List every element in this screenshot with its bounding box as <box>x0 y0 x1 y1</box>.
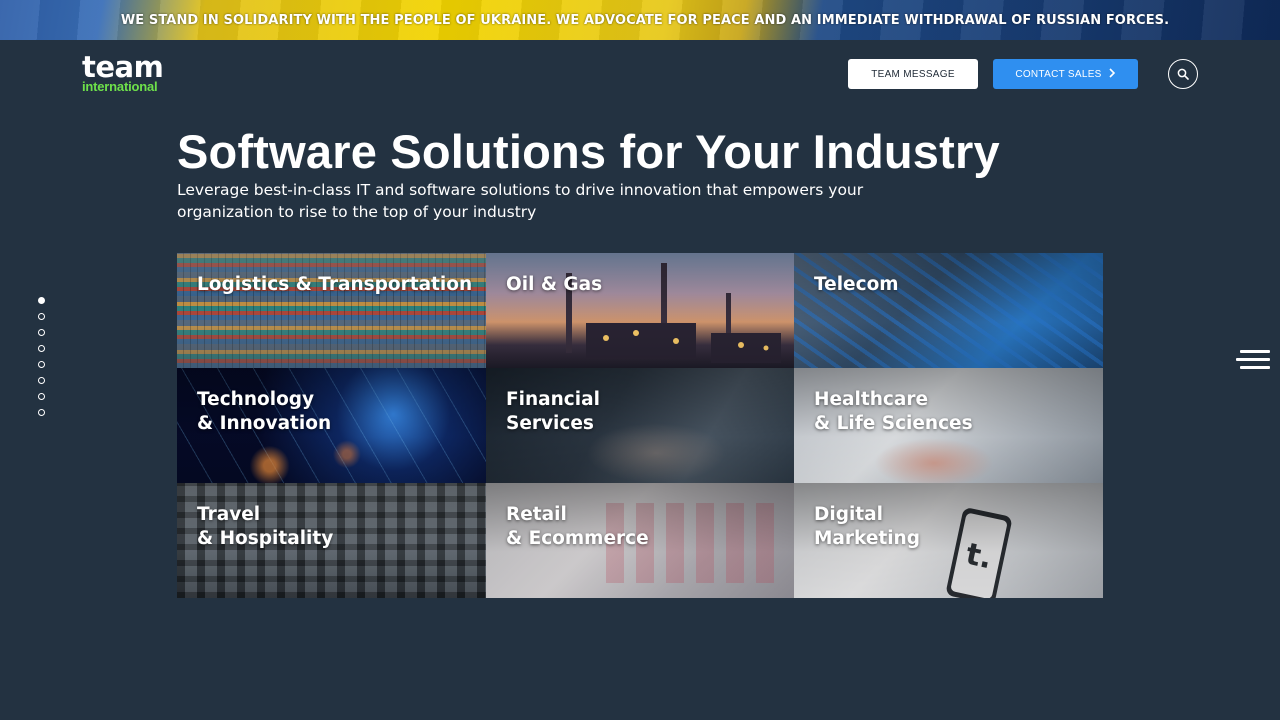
industry-tile-label: Technology & Innovation <box>197 389 332 434</box>
page-title: Software Solutions for Your Industry <box>177 125 1000 178</box>
search-button[interactable] <box>1168 59 1198 89</box>
logo-wordmark: team <box>82 50 164 84</box>
section-dot[interactable] <box>38 393 45 400</box>
page-subtitle: Leverage best-in-class IT and software s… <box>177 181 864 221</box>
section-dot[interactable] <box>38 409 45 416</box>
section-dot[interactable] <box>38 313 45 320</box>
contact-sales-label: CONTACT SALES <box>1015 68 1102 80</box>
team-message-button[interactable]: TEAM MESSAGE <box>848 59 978 89</box>
logo-subtitle: international <box>82 79 158 94</box>
industry-tile-oil-gas[interactable]: Oil & Gas <box>486 253 794 368</box>
industry-tile-technology[interactable]: Technology & Innovation <box>177 368 486 483</box>
section-dot[interactable] <box>38 377 45 384</box>
banner-text: WE STAND IN SOLIDARITY WITH THE PEOPLE O… <box>120 12 1170 28</box>
logo[interactable]: team international <box>82 50 164 94</box>
contact-sales-button[interactable]: CONTACT SALES <box>993 59 1138 89</box>
section-dot[interactable] <box>38 297 45 304</box>
team-message-label: TEAM MESSAGE <box>871 68 955 80</box>
industry-tile-label: Healthcare & Life Sciences <box>814 389 973 434</box>
search-icon <box>1177 65 1189 84</box>
industry-tile-healthcare[interactable]: Healthcare & Life Sciences <box>794 368 1103 483</box>
industry-tile-label: Travel & Hospitality <box>197 504 334 549</box>
industry-tile-label: Oil & Gas <box>506 274 603 295</box>
section-dot[interactable] <box>38 329 45 336</box>
industry-grid: Logistics & Transportation Oil & Gas Tel… <box>177 253 1103 598</box>
industry-tile-telecom[interactable]: Telecom <box>794 253 1103 368</box>
industry-tile-retail[interactable]: Retail & Ecommerce <box>486 483 794 598</box>
industry-tile-financial[interactable]: Financial Services <box>486 368 794 483</box>
section-dots-nav <box>38 297 46 425</box>
industry-tile-travel[interactable]: Travel & Hospitality <box>177 483 486 598</box>
hamburger-menu-icon[interactable] <box>1236 348 1270 372</box>
industry-tile-label: Financial Services <box>506 389 600 434</box>
section-dot[interactable] <box>38 345 45 352</box>
solidarity-banner: WE STAND IN SOLIDARITY WITH THE PEOPLE O… <box>0 0 1280 40</box>
industry-tile-label: Retail & Ecommerce <box>506 504 649 549</box>
industry-tile-label: Digital Marketing <box>814 504 920 549</box>
industry-tile-digital-marketing[interactable]: t. Digital Marketing <box>794 483 1103 598</box>
chevron-right-icon <box>1108 67 1116 80</box>
industry-tile-label: Logistics & Transportation <box>197 274 473 295</box>
section-dot[interactable] <box>38 361 45 368</box>
industry-tile-label: Telecom <box>814 274 899 295</box>
industry-tile-logistics[interactable]: Logistics & Transportation <box>177 253 486 368</box>
